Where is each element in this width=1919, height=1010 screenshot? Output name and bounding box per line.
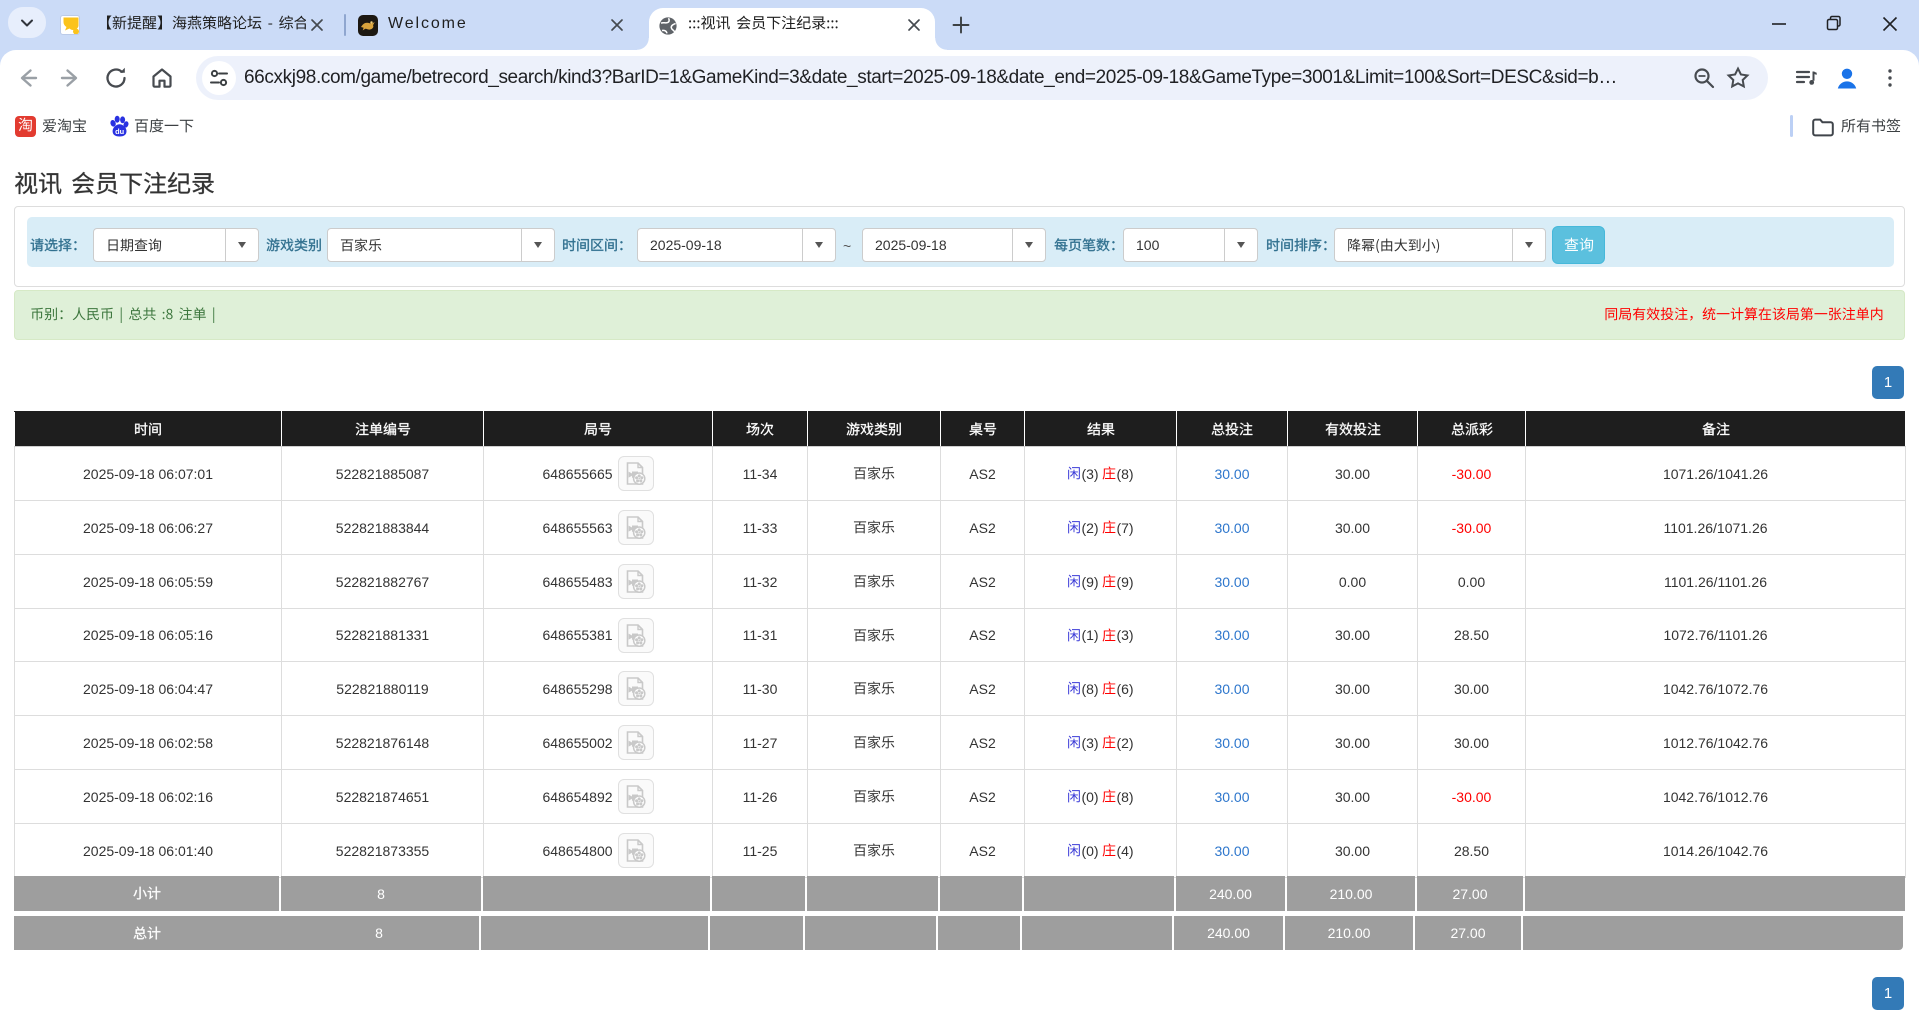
svg-text:du: du (115, 127, 125, 136)
